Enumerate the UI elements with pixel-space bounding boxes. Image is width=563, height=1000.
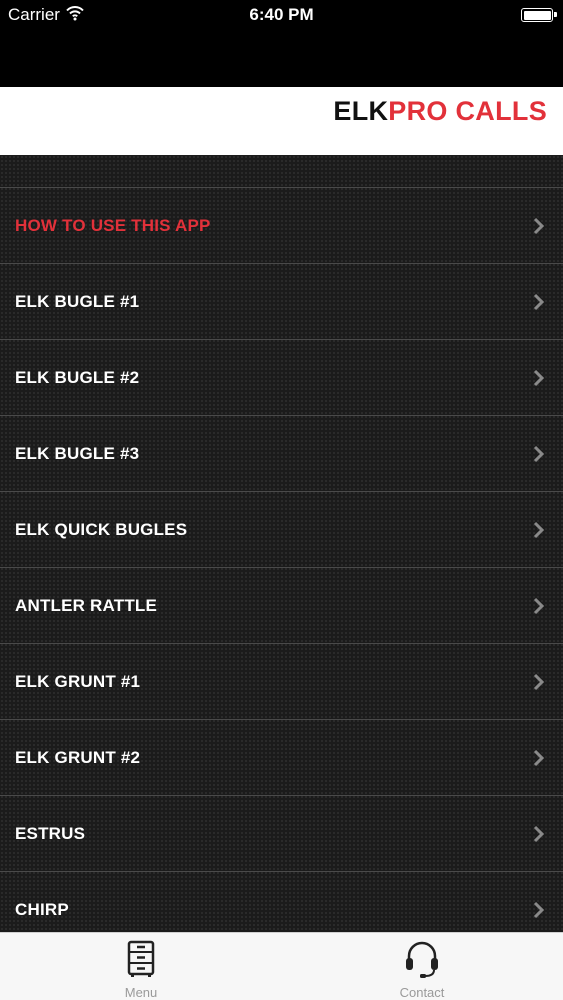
menu-item-antler-rattle[interactable]: ANTLER RATTLE: [0, 568, 563, 644]
menu-item-label: ELK GRUNT #2: [15, 748, 141, 767]
chevron-right-icon: [533, 673, 545, 691]
menu-item-how-to-use[interactable]: HOW TO USE THIS APP: [0, 188, 563, 264]
menu-item-elk-bugle-3[interactable]: ELK BUGLE #3: [0, 416, 563, 492]
headset-icon: [406, 941, 438, 978]
nav-header: [0, 30, 563, 87]
menu-item-label: ELK GRUNT #1: [15, 672, 141, 691]
menu-item-elk-grunt-1[interactable]: ELK GRUNT #1: [0, 644, 563, 720]
tab-label: Menu: [124, 985, 158, 1000]
menu-list[interactable]: HOW TO USE THIS APP ELK BUGLE #1 ELK BUG…: [0, 155, 563, 932]
menu-item-elk-bugle-2[interactable]: ELK BUGLE #2: [0, 340, 563, 416]
menu-item-label: ANTLER RATTLE: [15, 596, 158, 615]
menu-item-chirp[interactable]: CHIRP: [0, 872, 563, 932]
chevron-right-icon: [533, 749, 545, 767]
logo-elk: ELK: [333, 96, 389, 126]
menu-item-label: ELK BUGLE #1: [15, 292, 140, 311]
menu-item-elk-quick-bugles[interactable]: ELK QUICK BUGLES: [0, 492, 563, 568]
status-bar: Carrier 6:40 PM: [0, 0, 563, 30]
app-logo-title: ELKPRO CALLS: [333, 96, 547, 127]
chevron-right-icon: [533, 293, 545, 311]
logo-pro-calls: PRO CALLS: [388, 96, 547, 126]
clock: 6:40 PM: [249, 5, 314, 24]
chevron-right-icon: [533, 597, 545, 615]
chevron-right-icon: [533, 445, 545, 463]
menu-item-label: HOW TO USE THIS APP: [15, 216, 211, 235]
tab-label: Contact: [399, 985, 445, 1000]
chevron-right-icon: [533, 217, 545, 235]
menu-item-estrus[interactable]: ESTRUS: [0, 796, 563, 872]
cabinet-icon: [127, 940, 155, 977]
menu-item-label: ELK BUGLE #3: [15, 444, 140, 463]
chevron-right-icon: [533, 825, 545, 843]
tab-contact[interactable]: Contact: [352, 933, 492, 1000]
menu-item-elk-grunt-2[interactable]: ELK GRUNT #2: [0, 720, 563, 796]
tab-menu[interactable]: Menu: [71, 933, 211, 1000]
menu-item-elk-bugle-1[interactable]: ELK BUGLE #1: [0, 264, 563, 340]
chevron-right-icon: [533, 521, 545, 539]
menu-item-label: CHIRP: [15, 900, 69, 919]
menu-item-label: ELK QUICK BUGLES: [15, 520, 188, 539]
chevron-right-icon: [533, 369, 545, 387]
chevron-right-icon: [533, 901, 545, 919]
menu-item-label: ELK BUGLE #2: [15, 368, 140, 387]
battery-icon: [521, 8, 557, 22]
menu-item-label: ESTRUS: [15, 824, 86, 843]
tab-bar: Menu Contact: [0, 932, 563, 1000]
